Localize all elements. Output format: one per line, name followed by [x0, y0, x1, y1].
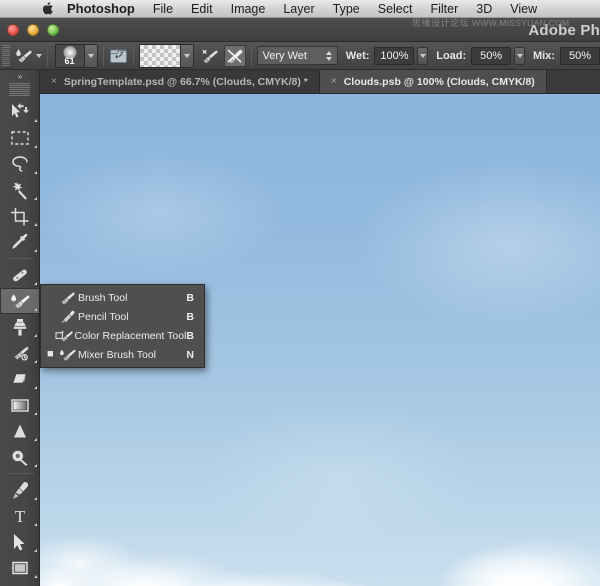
mixer-preset-select[interactable]: Very Wet	[257, 46, 338, 65]
mix-label: Mix:	[533, 50, 555, 62]
collapse-panel-icon[interactable]: »	[0, 70, 39, 83]
flyout-item-label: Brush Tool	[78, 292, 186, 304]
window-controls	[7, 24, 59, 36]
flyout-item-shortcut: N	[186, 349, 198, 361]
tools-divider-2	[5, 473, 34, 474]
close-icon[interactable]: ×	[331, 76, 337, 87]
flyout-item-brush-tool[interactable]: Brush Tool B	[41, 288, 204, 307]
flyout-item-pencil-tool[interactable]: Pencil Tool B	[41, 307, 204, 326]
brush-preset-picker[interactable]: 61	[55, 44, 98, 68]
eraser-tool[interactable]	[0, 366, 40, 392]
flyout-item-shortcut: B	[186, 330, 198, 342]
current-brush-load-swatch[interactable]	[139, 44, 194, 68]
menu-item-file[interactable]: File	[144, 0, 182, 18]
options-separator	[47, 46, 48, 66]
select-stepper-icon[interactable]	[326, 51, 332, 61]
menu-item-type[interactable]: Type	[324, 0, 369, 18]
minimize-window-button[interactable]	[27, 24, 39, 36]
document-tab-label: SpringTemplate.psd @ 66.7% (Clouds, CMYK…	[64, 76, 308, 88]
brush-preset-chevron-down-icon[interactable]	[84, 45, 97, 67]
rectangular-marquee-tool[interactable]	[0, 125, 40, 151]
hand-tool[interactable]	[0, 581, 40, 586]
mixer-brush-tool-icon	[56, 348, 78, 362]
mixer-preset-value: Very Wet	[263, 50, 307, 62]
document-tab-label: Clouds.psb @ 100% (Clouds, CMYK/8)	[344, 76, 535, 88]
lasso-tool[interactable]	[0, 151, 40, 177]
apple-logo-icon[interactable]	[36, 2, 58, 15]
spot-healing-brush-tool[interactable]	[0, 262, 40, 288]
mixer-brush-icon[interactable]	[13, 45, 33, 67]
document-tab-bar: × SpringTemplate.psd @ 66.7% (Clouds, CM…	[40, 70, 600, 94]
options-separator-3	[133, 46, 134, 66]
clean-brush-icon[interactable]	[200, 45, 220, 67]
watermark-cn: 思缘设计论坛	[412, 18, 469, 28]
flyout-item-label: Pencil Tool	[78, 311, 186, 323]
menu-item-image[interactable]: Image	[222, 0, 275, 18]
flyout-item-mixer-brush-tool[interactable]: ■ Mixer Brush Tool N	[41, 345, 204, 364]
options-bar-grip[interactable]	[2, 45, 10, 67]
close-icon[interactable]: ×	[51, 76, 57, 87]
brush-tip-icon[interactable]: 61	[56, 45, 84, 67]
tool-options-bar: 61	[0, 42, 600, 70]
menu-item-view[interactable]: View	[501, 0, 546, 18]
flyout-item-color-replacement-tool[interactable]: Color Replacement Tool B	[41, 326, 204, 345]
wet-input[interactable]: 100%	[374, 47, 414, 65]
watermark-en: WWW.MISSYUAN.COM	[472, 18, 569, 28]
menu-item-photoshop[interactable]: Photoshop	[58, 0, 144, 18]
flyout-item-label: Color Replacement Tool	[75, 330, 187, 342]
options-separator-2	[103, 46, 104, 66]
menu-item-3d[interactable]: 3D	[467, 0, 501, 18]
flyout-item-label: Mixer Brush Tool	[78, 349, 186, 361]
color-replacement-tool-icon	[55, 329, 75, 343]
brush-load-chevron-down-icon[interactable]	[180, 45, 193, 67]
selected-marker: ■	[47, 349, 56, 360]
tools-divider	[5, 258, 34, 259]
horizontal-type-tool[interactable]: T	[0, 503, 40, 529]
rectangle-tool[interactable]	[0, 555, 40, 581]
mix-input[interactable]: 50%	[560, 47, 600, 65]
document-tab-clouds[interactable]: × Clouds.psb @ 100% (Clouds, CMYK/8)	[320, 70, 547, 93]
brush-size-value: 61	[65, 57, 75, 67]
load-brush-icon[interactable]	[109, 45, 128, 67]
flyout-item-shortcut: B	[186, 292, 198, 304]
wet-label: Wet:	[346, 50, 370, 62]
photoshop-window: Photoshop File Edit Image Layer Type Sel…	[0, 0, 600, 586]
site-watermark: 思缘设计论坛 WWW.MISSYUAN.COM	[412, 16, 569, 29]
zoom-window-button[interactable]	[47, 24, 59, 36]
load-after-stroke-icon[interactable]	[224, 45, 246, 67]
dodge-tool[interactable]	[0, 444, 40, 470]
pen-tool[interactable]	[0, 477, 40, 503]
eyedropper-tool[interactable]	[0, 229, 40, 255]
tools-panel: »	[0, 70, 40, 586]
menu-item-edit[interactable]: Edit	[182, 0, 222, 18]
history-brush-tool[interactable]	[0, 340, 40, 366]
close-window-button[interactable]	[7, 24, 19, 36]
flyout-item-shortcut: B	[186, 311, 198, 323]
menu-item-filter[interactable]: Filter	[421, 0, 467, 18]
gradient-tool[interactable]	[0, 392, 40, 418]
options-separator-4	[251, 46, 252, 66]
crop-tool[interactable]	[0, 203, 40, 229]
transparent-checker-icon	[140, 45, 180, 67]
blur-tool[interactable]	[0, 418, 40, 444]
load-label: Load:	[436, 50, 466, 62]
menu-item-select[interactable]: Select	[369, 0, 422, 18]
menu-item-layer[interactable]: Layer	[274, 0, 323, 18]
pencil-tool-icon	[56, 310, 78, 323]
move-tool[interactable]	[0, 99, 40, 125]
cloud-layer	[40, 476, 600, 586]
path-selection-tool[interactable]	[0, 529, 40, 555]
tool-preset-chevron-down-icon[interactable]	[36, 54, 42, 58]
brush-tool-flyout-menu[interactable]: Brush Tool B Pencil Tool B Col	[40, 284, 205, 368]
tools-panel-grip[interactable]	[9, 83, 30, 96]
mixer-brush-tool[interactable]	[0, 288, 40, 314]
brush-tool-icon	[56, 291, 78, 304]
load-chevron-down-icon[interactable]	[514, 47, 525, 65]
load-input[interactable]: 50%	[471, 47, 511, 65]
clone-stamp-tool[interactable]	[0, 314, 40, 340]
document-tab-springtemplate[interactable]: × SpringTemplate.psd @ 66.7% (Clouds, CM…	[40, 70, 320, 93]
magic-wand-tool[interactable]	[0, 177, 40, 203]
wet-chevron-down-icon[interactable]	[417, 47, 428, 65]
